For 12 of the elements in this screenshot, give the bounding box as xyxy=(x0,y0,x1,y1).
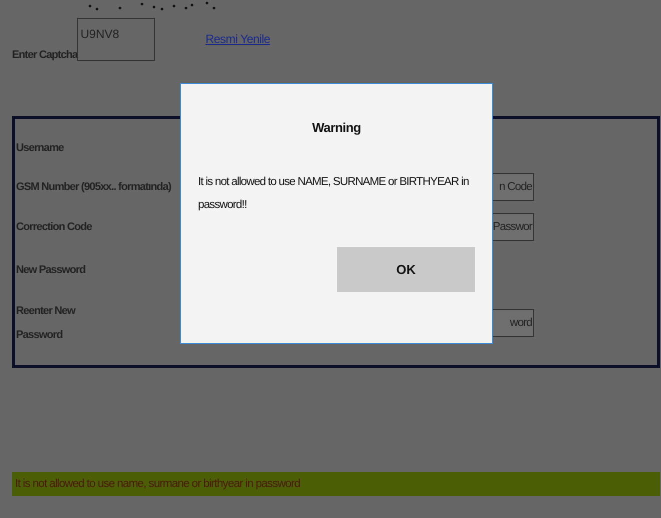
captcha-field[interactable]: U9NV8 xyxy=(77,18,156,61)
status-message: It is not allowed to use name, surmane or birthyear in password xyxy=(12,472,660,496)
field-label: GSM Number (905xx.. formatında) xyxy=(16,181,171,193)
field-label: New Password xyxy=(16,264,86,276)
dialog-message: It is not allowed to use NAME, SURNAME or BIRTHYEAR in password!! xyxy=(198,175,470,213)
captcha-label: Enter Captcha xyxy=(12,49,78,61)
field-label: Username xyxy=(16,142,64,154)
field-label: Reenter New Password xyxy=(16,304,77,343)
field-label: Correction Code xyxy=(16,221,92,233)
dialog-title: Warning xyxy=(311,120,362,135)
refresh-image-link[interactable]: Resmi Yenile xyxy=(205,32,270,46)
ok-button[interactable]: OK xyxy=(337,247,475,292)
